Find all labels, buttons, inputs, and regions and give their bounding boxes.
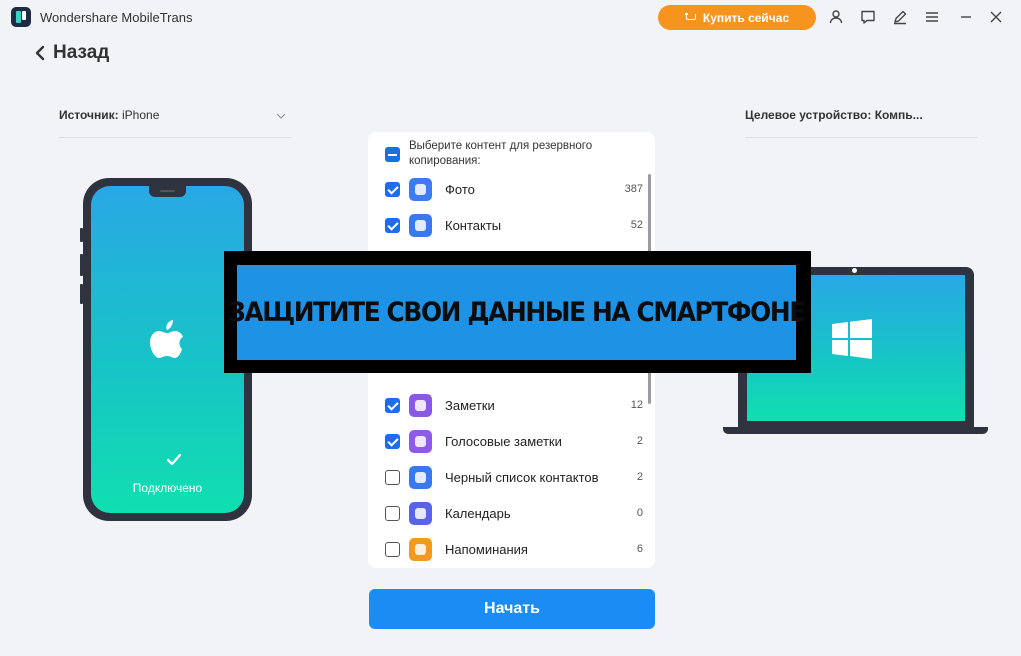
item-count: 6 [636,543,643,555]
item-label: Голосовые заметки [445,433,562,449]
item-label: Календарь [445,505,511,521]
phone-button [80,284,83,304]
phone-notch [149,186,186,197]
apple-icon [150,320,183,358]
item-checkbox[interactable] [385,505,400,521]
photo-icon [409,177,432,201]
reminders-icon [409,537,432,561]
item-count: 52 [630,219,643,231]
item-count: 12 [630,399,643,411]
feedback-icon[interactable] [860,9,876,25]
target-label: Целевое устройство: [745,108,872,122]
app-title: Wondershare MobileTrans [40,10,193,25]
promo-banner: ЗАЩИТИТЕ СВОИ ДАННЫЕ НА СМАРТФОНЕ [224,251,811,373]
item-count: 2 [636,471,643,483]
list-item[interactable]: Напоминания 6 [385,534,643,564]
item-checkbox[interactable] [385,433,400,449]
minimize-icon[interactable] [958,9,974,25]
source-value: iPhone [122,108,160,122]
item-checkbox[interactable] [385,181,400,197]
item-label: Фото [445,181,475,197]
edit-icon[interactable] [892,9,908,25]
item-count: 2 [636,435,643,447]
close-icon[interactable] [988,9,1004,25]
item-checkbox[interactable] [385,397,400,413]
item-label: Контакты [445,217,502,233]
source-label: Источник: [59,108,119,122]
app-logo-icon [11,7,31,27]
list-item[interactable]: Фото 387 [385,174,643,204]
buy-now-label: Купить сейчас [702,10,790,25]
check-icon [166,453,182,466]
item-label: Черный список контактов [445,469,599,485]
back-button[interactable]: Назад [33,42,109,64]
source-device-select[interactable]: Источник: iPhone [59,108,291,138]
title-bar: Wondershare MobileTrans Купить сейчас [0,0,1021,36]
notes-icon [409,393,432,417]
calendar-icon [409,501,432,525]
item-checkbox[interactable] [385,541,400,557]
contacts-icon [409,213,432,237]
chevron-left-icon [35,45,45,61]
menu-icon[interactable] [924,9,940,25]
target-value: Компь... [874,108,923,122]
promo-banner-text: ЗАЩИТИТЕ СВОИ ДАННЫЕ НА СМАРТФОНЕ [228,297,806,328]
blocked-contacts-icon [409,465,432,489]
start-button[interactable]: Начать [369,589,655,629]
item-count: 0 [636,507,643,519]
phone-screen: Подключено [91,186,244,513]
promo-banner-inner: ЗАЩИТИТЕ СВОИ ДАННЫЕ НА СМАРТФОНЕ [228,265,806,360]
item-checkbox[interactable] [385,469,400,485]
item-count: 387 [624,183,643,195]
list-item[interactable]: Черный список контактов 2 [385,462,643,492]
phone-button [80,254,83,276]
phone-button [80,228,83,242]
account-icon[interactable] [828,9,844,25]
list-item[interactable]: Контакты 52 [385,210,643,240]
connection-status: Подключено [132,481,203,495]
chevron-down-icon [276,113,286,119]
list-item[interactable]: Голосовые заметки 2 [385,426,643,456]
list-item[interactable]: Календарь 0 [385,498,643,528]
list-item[interactable]: Заметки 12 [385,390,643,420]
item-label: Заметки [445,397,495,413]
content-list-header: Выберите контент для резервного копирова… [409,140,593,167]
windows-icon [832,319,872,359]
cart-icon [684,13,696,22]
laptop-base [723,427,988,434]
select-all-row[interactable]: Выберите контент для резервного копирова… [385,139,635,169]
item-label: Напоминания [445,541,528,557]
laptop-camera [852,268,857,273]
buy-now-button[interactable]: Купить сейчас [658,5,816,30]
voice-memo-icon [409,429,432,453]
back-label: Назад [53,42,110,63]
target-device-select[interactable]: Целевое устройство: Компь... [745,108,978,138]
item-checkbox[interactable] [385,217,400,233]
select-all-checkbox[interactable] [385,147,400,162]
